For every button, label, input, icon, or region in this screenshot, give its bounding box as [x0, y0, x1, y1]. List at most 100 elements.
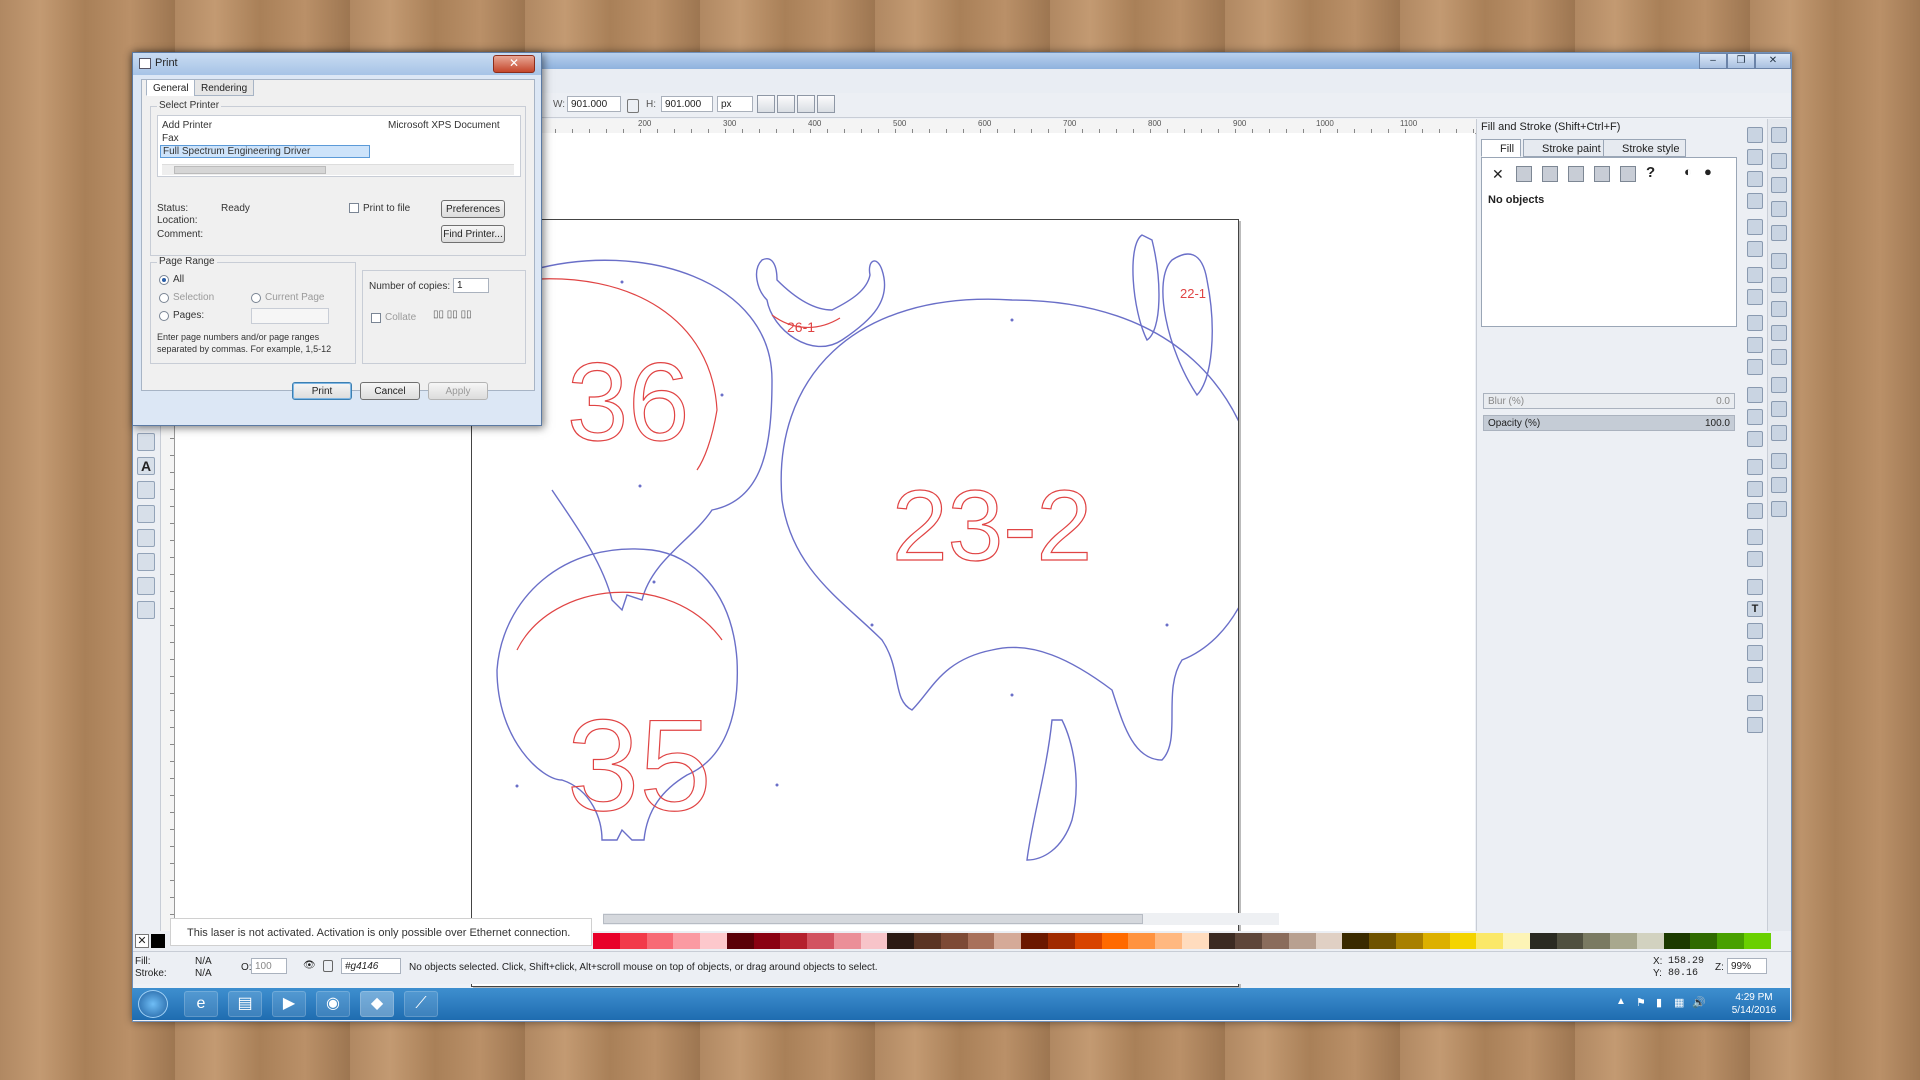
- print-button[interactable]: Print: [292, 382, 352, 400]
- preferences-icon[interactable]: [1747, 695, 1763, 711]
- snap-grid-icon[interactable]: [1771, 477, 1787, 493]
- eraser-tool-icon[interactable]: [137, 505, 155, 523]
- clock-time[interactable]: 4:29 PM: [1724, 992, 1784, 1003]
- range-all-radio[interactable]: [159, 275, 169, 285]
- snap-smooth-icon[interactable]: [1771, 349, 1787, 365]
- snap-bbox-icon[interactable]: [1771, 153, 1787, 169]
- snap-guide-icon[interactable]: [1771, 501, 1787, 517]
- clock-date[interactable]: 5/14/2016: [1724, 1005, 1784, 1016]
- linear-gradient-icon[interactable]: [1542, 166, 1558, 182]
- import-icon[interactable]: [1747, 219, 1763, 235]
- minimize-button[interactable]: –: [1699, 53, 1727, 69]
- ungroup-icon[interactable]: [1747, 551, 1763, 567]
- tab-stroke-paint[interactable]: Stroke paint: [1523, 139, 1608, 157]
- xml-editor-icon[interactable]: [1747, 645, 1763, 661]
- save-icon[interactable]: [1747, 171, 1763, 187]
- connector-tool-icon[interactable]: [137, 601, 155, 619]
- document-properties-icon[interactable]: [1747, 717, 1763, 733]
- laser-app-icon[interactable]: ⟋: [404, 991, 438, 1017]
- tab-stroke-style[interactable]: Stroke style: [1603, 139, 1687, 157]
- range-selection-radio[interactable]: [159, 293, 169, 303]
- new-document-icon[interactable]: [1747, 127, 1763, 143]
- text-font-icon[interactable]: T: [1747, 601, 1763, 617]
- layers-icon[interactable]: [1747, 623, 1763, 639]
- export-icon[interactable]: [1747, 241, 1763, 257]
- unit-select[interactable]: px: [717, 96, 753, 112]
- zoom-selection-icon[interactable]: [1747, 387, 1763, 403]
- horizontal-scroll-thumb[interactable]: [603, 914, 1143, 924]
- snap-bbox-edge-icon[interactable]: [1771, 177, 1787, 193]
- printer-item-fax[interactable]: Fax: [162, 133, 179, 144]
- pages-input[interactable]: [251, 308, 329, 324]
- paint-bucket-icon[interactable]: [137, 529, 155, 547]
- width-field[interactable]: 901.000: [567, 96, 621, 112]
- open-icon[interactable]: [1747, 149, 1763, 165]
- no-color-swatch[interactable]: ✕: [135, 934, 149, 948]
- snap-midpoint-icon[interactable]: [1771, 225, 1787, 241]
- inkscape-taskbar-icon[interactable]: ◆: [360, 991, 394, 1017]
- maximize-button[interactable]: ❐: [1727, 53, 1755, 69]
- fill-rule-nonzero-icon[interactable]: ●: [1704, 164, 1712, 179]
- printer-list-scrollbar[interactable]: [162, 164, 514, 175]
- spray-tool-icon[interactable]: [137, 481, 155, 499]
- scale-stroke-icon[interactable]: [757, 95, 775, 113]
- black-swatch[interactable]: [151, 934, 165, 948]
- start-button[interactable]: [138, 990, 168, 1018]
- duplicate-icon[interactable]: [1747, 459, 1763, 475]
- redo-icon[interactable]: [1747, 289, 1763, 305]
- printer-list[interactable]: Add Printer Fax Full Spectrum Engineerin…: [157, 115, 521, 177]
- tab-fill[interactable]: Fill: [1481, 139, 1522, 157]
- group-icon[interactable]: [1747, 529, 1763, 545]
- align-distribute-icon[interactable]: [1747, 667, 1763, 683]
- current-layer-select[interactable]: #g4146: [341, 958, 401, 974]
- network-icon[interactable]: ▦: [1674, 996, 1684, 1009]
- snap-cusp-icon[interactable]: [1771, 325, 1787, 341]
- print-dialog-close-button[interactable]: ✕: [493, 55, 535, 73]
- layer-lock-icon[interactable]: [323, 960, 333, 972]
- clone-icon[interactable]: [1747, 481, 1763, 497]
- paste-icon[interactable]: [1747, 359, 1763, 375]
- opacity-slider[interactable]: Opacity (%) 100.0: [1483, 415, 1735, 431]
- zoom-page-icon[interactable]: [1747, 431, 1763, 447]
- snap-path-icon[interactable]: [1771, 277, 1787, 293]
- printer-list-scroll-thumb[interactable]: [174, 166, 326, 174]
- snap-text-baseline-icon[interactable]: [1771, 425, 1787, 441]
- undo-icon[interactable]: [1747, 267, 1763, 283]
- printer-item-add[interactable]: Add Printer: [162, 120, 212, 131]
- eye-icon[interactable]: 👁: [303, 960, 316, 972]
- print-icon[interactable]: [1747, 193, 1763, 209]
- scale-corners-icon[interactable]: [777, 95, 795, 113]
- media-player-icon[interactable]: ▶: [272, 991, 306, 1017]
- gradient-tool-icon[interactable]: [137, 553, 155, 571]
- snap-intersection-icon[interactable]: [1771, 301, 1787, 317]
- zoom-field[interactable]: 99%: [1727, 958, 1767, 974]
- unlink-clone-icon[interactable]: [1747, 503, 1763, 519]
- apply-button[interactable]: Apply: [428, 382, 488, 400]
- horizontal-scrollbar[interactable]: [603, 913, 1279, 925]
- snap-nodes-icon[interactable]: [1771, 253, 1787, 269]
- file-explorer-icon[interactable]: ▤: [228, 991, 262, 1017]
- move-patterns-icon[interactable]: [817, 95, 835, 113]
- firefox-icon[interactable]: ◉: [316, 991, 350, 1017]
- collate-checkbox[interactable]: [371, 313, 381, 323]
- zoom-drawing-icon[interactable]: [1747, 409, 1763, 425]
- cancel-button[interactable]: Cancel: [360, 382, 420, 400]
- print-dialog-title-bar[interactable]: Print ✕: [133, 53, 541, 75]
- no-paint-icon[interactable]: ✕: [1492, 166, 1504, 183]
- range-current-page-radio[interactable]: [251, 293, 261, 303]
- preferences-button[interactable]: Preferences: [441, 200, 505, 218]
- move-gradients-icon[interactable]: [797, 95, 815, 113]
- lock-icon[interactable]: [627, 99, 639, 113]
- flat-color-icon[interactable]: [1516, 166, 1532, 182]
- battery-icon[interactable]: ▮: [1656, 996, 1662, 1009]
- snap-bbox-corner-icon[interactable]: [1771, 201, 1787, 217]
- swatch-icon[interactable]: [1620, 166, 1636, 182]
- show-hidden-icons[interactable]: ▲: [1616, 996, 1626, 1007]
- pattern-icon[interactable]: [1594, 166, 1610, 182]
- height-field[interactable]: 901.000: [661, 96, 713, 112]
- copies-stepper[interactable]: 1: [453, 278, 489, 293]
- unset-paint-icon[interactable]: ?: [1646, 164, 1655, 181]
- printer-item-full-spectrum[interactable]: Full Spectrum Engineering Driver: [160, 145, 370, 158]
- printer-item-xps[interactable]: Microsoft XPS Document: [388, 120, 500, 131]
- internet-explorer-icon[interactable]: e: [184, 991, 218, 1017]
